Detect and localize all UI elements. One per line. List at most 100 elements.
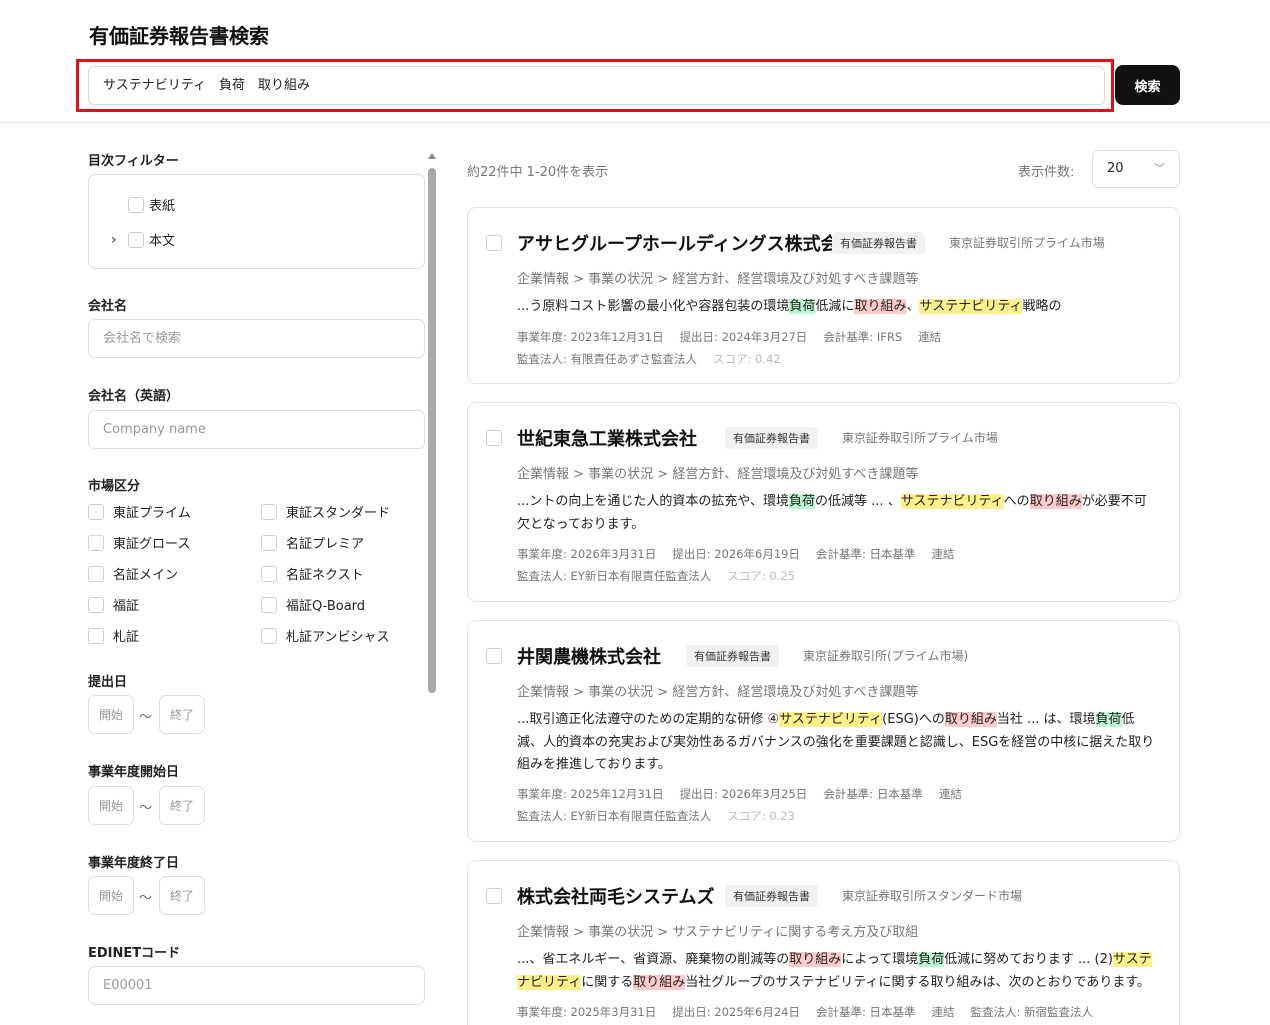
edinet-input[interactable]: E00001 — [88, 966, 425, 1005]
market-option-label: 福証Q-Board — [286, 599, 366, 614]
keyword-highlight: 取り組み — [789, 952, 842, 967]
market-option[interactable]: 名証メイン — [88, 564, 178, 583]
market-text: 東京証券取引所プライム市場 — [842, 431, 998, 445]
market-option-label: 東証スタンダード — [286, 506, 391, 521]
market-checkbox[interactable] — [261, 565, 277, 582]
auditor: 監査法人: 有限責任あずさ監査法人 — [517, 352, 698, 366]
scroll-up-arrow-icon[interactable] — [428, 153, 436, 159]
result-checkbox[interactable] — [486, 648, 502, 664]
page-title: 有価証券報告書検索 — [89, 24, 269, 48]
consolidated-tag: 連結 — [918, 330, 942, 344]
section-breadcrumb[interactable]: 企業情報 > 事業の状況 > 経営方針、経営環境及び対処すべき課題等 — [517, 463, 918, 482]
market-option[interactable]: 東証グロース — [88, 533, 190, 552]
doc-type-badge: 有価証券報告書 — [686, 645, 779, 667]
result-meta: 事業年度: 2026年3月31日 提出日: 2026年6月19日 会計基準: 日本基… — [517, 546, 971, 562]
market-checkbox[interactable] — [261, 596, 277, 613]
snippet-text: ...ントの向上を通じた人的資本の拡充や、環境 — [517, 494, 790, 509]
result-card[interactable]: 世紀東急工業株式会社 有価証券報告書 東京証券取引所プライム市場 企業情報 > … — [467, 402, 1180, 602]
market-checkbox[interactable] — [88, 627, 104, 644]
section-breadcrumb[interactable]: 企業情報 > 事業の状況 > 経営方針、経営環境及び対処すべき課題等 — [517, 681, 918, 700]
market-checkbox[interactable] — [88, 503, 104, 520]
fiscal-year: 事業年度: 2025年3月31日 — [517, 1005, 657, 1019]
market-option[interactable]: 札証アンビシャス — [261, 626, 389, 645]
snippet-text: (ESG)への — [882, 712, 945, 727]
fy-end-to[interactable]: 終了 — [159, 876, 205, 915]
submit-date-label: 提出日 — [88, 675, 128, 690]
doc-type-badge: 有価証券報告書 — [725, 885, 818, 907]
market-checkbox[interactable] — [88, 534, 104, 551]
submitted-date: 提出日: 2026年3月25日 — [679, 787, 808, 801]
fy-start-to[interactable]: 終了 — [159, 786, 205, 825]
market-checkbox[interactable] — [261, 627, 277, 644]
fy-end-from[interactable]: 開始 — [88, 876, 134, 915]
keyword-highlight: 負荷 — [1095, 712, 1122, 727]
search-button[interactable]: 検索 — [1115, 65, 1180, 105]
company-name-input[interactable]: 会社名で検索 — [88, 319, 425, 358]
result-checkbox[interactable] — [486, 430, 502, 446]
result-meta: 事業年度: 2025年12月31日 提出日: 2026年3月25日 会計基準: 日本… — [517, 786, 978, 802]
result-card[interactable]: アサヒグループホールディングス株式会社 有価証券報告書 東京証券取引所プライム市… — [467, 207, 1180, 384]
submit-date-end[interactable]: 終了 — [159, 695, 205, 734]
market-option[interactable]: 東証スタンダード — [261, 502, 390, 521]
keyword-highlight: 取り組み — [944, 712, 997, 727]
snippet-text: 低減に努めております ... (2) — [944, 952, 1113, 967]
toc-item-cover[interactable]: › 表紙 — [111, 195, 175, 214]
chevron-down-icon: ﹀ — [1154, 162, 1165, 175]
result-card[interactable]: 株式会社両毛システムズ 有価証券報告書 東京証券取引所スタンダード市場 企業情報… — [467, 860, 1180, 1025]
market-checkbox[interactable] — [261, 534, 277, 551]
market-checkbox[interactable] — [261, 503, 277, 520]
auditor: 監査法人: EY新日本有限責任監査法人 — [517, 569, 712, 583]
toc-cover-checkbox[interactable] — [128, 196, 144, 213]
company-name[interactable]: 井関農機株式会社 — [517, 643, 661, 669]
snippet-text: ...う原料コスト影響の最小化や容器包装の環境 — [517, 299, 790, 314]
fy-start-from[interactable]: 開始 — [88, 786, 134, 825]
market-label: 市場区分 — [88, 479, 141, 494]
market-option[interactable]: 札証 — [88, 626, 139, 645]
toc-item-body[interactable]: › 本文 — [111, 230, 175, 249]
market-option[interactable]: 名証プレミア — [261, 533, 364, 552]
chevron-right-icon[interactable]: › — [111, 232, 123, 248]
sidebar-scroll-thumb[interactable] — [428, 168, 436, 693]
company-name-en-input[interactable]: Company name — [88, 410, 425, 449]
snippet-text: の低減等 ... 、 — [815, 494, 901, 509]
market-option[interactable]: 名証ネクスト — [261, 564, 364, 583]
keyword-highlight: 取り組み — [854, 299, 907, 314]
submit-date-start[interactable]: 開始 — [88, 695, 134, 734]
market-option[interactable]: 福証 — [88, 595, 139, 614]
accounting-standard: 会計基準: IFRS — [823, 330, 903, 344]
company-name[interactable]: 世紀東急工業株式会社 — [517, 425, 697, 451]
section-breadcrumb[interactable]: 企業情報 > 事業の状況 > 経営方針、経営環境及び対処すべき課題等 — [517, 268, 918, 287]
score: スコア: 0.25 — [727, 569, 795, 583]
market-option-label: 札証 — [113, 630, 140, 645]
score: スコア: 0.23 — [727, 809, 795, 823]
edinet-label: EDINETコード — [88, 946, 181, 961]
auditor: 監査法人: 新宿監査法人 — [970, 1005, 1094, 1019]
company-name-en-label: 会社名（英語） — [88, 389, 180, 404]
score: スコア: 0.42 — [713, 352, 781, 366]
market-checkbox[interactable] — [88, 565, 104, 582]
keyword-highlight: 負荷 — [918, 952, 945, 967]
company-name[interactable]: 株式会社両毛システムズ — [517, 883, 714, 909]
result-checkbox[interactable] — [486, 235, 502, 251]
result-card[interactable]: 井関農機株式会社 有価証券報告書 東京証券取引所(プライム市場) 企業情報 > … — [467, 620, 1180, 842]
result-checkbox[interactable] — [486, 888, 502, 904]
snippet-text: 当社 ... は、環境 — [996, 712, 1096, 727]
market-option-label: 福証 — [113, 599, 140, 614]
market-option-label: 札証アンビシャス — [286, 630, 390, 645]
per-page-value: 20 — [1107, 161, 1124, 176]
result-meta-2: 監査法人: 有限責任あずさ監査法人 スコア: 0.42 — [517, 351, 797, 367]
market-text: 東京証券取引所(プライム市場) — [803, 649, 969, 663]
market-option[interactable]: 福証Q-Board — [261, 595, 365, 614]
search-input[interactable]: サステナビリティ 負荷 取り組み — [88, 66, 1105, 105]
market-option-label: 名証プレミア — [286, 537, 365, 552]
market-option-label: 東証グロース — [113, 537, 191, 552]
result-meta-2: 監査法人: EY新日本有限責任監査法人 スコア: 0.25 — [517, 568, 811, 584]
company-name[interactable]: アサヒグループホールディングス株式会社 — [517, 230, 857, 256]
per-page-select[interactable]: 20 ﹀ — [1092, 150, 1180, 188]
snippet-text: に関する — [581, 974, 634, 990]
toc-item-label: 表紙 — [149, 199, 176, 214]
section-breadcrumb[interactable]: 企業情報 > 事業の状況 > サステナビリティに関する考え方及び取組 — [517, 921, 918, 940]
market-option[interactable]: 東証プライム — [88, 502, 191, 521]
toc-body-checkbox[interactable] — [128, 231, 144, 248]
market-checkbox[interactable] — [88, 596, 104, 613]
